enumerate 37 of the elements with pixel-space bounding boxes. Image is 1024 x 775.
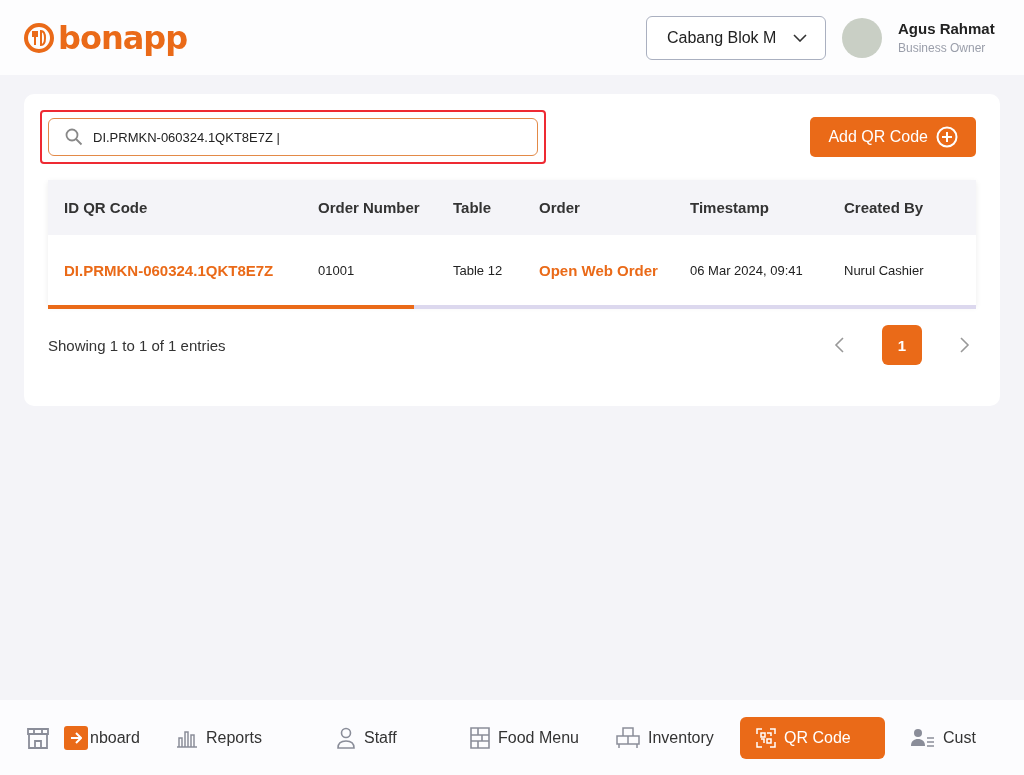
column-header: Table: [453, 199, 493, 216]
nav-item[interactable]: Food Menu: [460, 716, 606, 759]
chevron-left-icon[interactable]: [834, 337, 844, 353]
table-cell-text: 06 Mar 2024, 09:41: [690, 262, 804, 278]
nav-item[interactable]: Inventory: [606, 716, 740, 759]
person-icon: [336, 726, 356, 749]
search-field[interactable]: DI.PRMKN-060324.1QKT8E7Z |: [48, 118, 538, 156]
horizontal-scrollbar[interactable]: [48, 305, 976, 309]
column-header: Created By: [844, 199, 925, 216]
user-name: Agus Rahmat: [898, 20, 996, 37]
chevron-down-icon: [793, 33, 807, 42]
food-menu-icon: [470, 726, 490, 749]
nav-item[interactable]: Cust: [901, 716, 986, 759]
column-header: Timestamp: [690, 199, 770, 216]
plus-circle-icon: [936, 126, 958, 148]
table-cell-text: 01001: [318, 262, 356, 278]
nav-item[interactable]: nboard: [26, 716, 166, 759]
arrow-right-icon: [64, 725, 88, 750]
branch-dropdown[interactable]: Cabang Blok M: [646, 15, 826, 60]
logo-text: bonapp: [58, 18, 188, 57]
logo-icon: [24, 22, 54, 53]
column-header: Order: [539, 199, 581, 216]
nav-item[interactable]: Reports: [166, 716, 326, 759]
column-header: ID QR Code: [64, 199, 149, 216]
table-cell-text: Nurul Cashier: [844, 262, 925, 278]
nav-item[interactable]: Staff: [326, 716, 460, 759]
user-role: Business Owner: [898, 41, 987, 55]
column-header: Order Number: [318, 199, 421, 216]
table-cell-text: Table 12: [453, 262, 504, 278]
search-icon: [65, 128, 83, 146]
people-icon: [911, 727, 935, 748]
qr-code-icon: [756, 727, 776, 748]
store-icon: [26, 725, 50, 750]
entries-summary: Showing 1 to 1 of 1 entries: [48, 336, 226, 354]
boxes-icon: [616, 725, 640, 750]
avatar: [842, 17, 882, 58]
chevron-right-icon[interactable]: [960, 337, 970, 353]
